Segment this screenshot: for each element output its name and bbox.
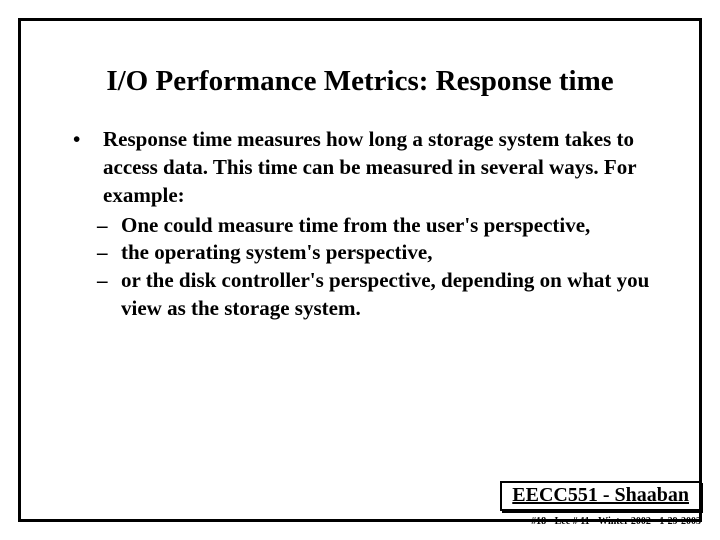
footer-term: Winter 2002 <box>598 516 651 527</box>
sub-bullet-text: One could measure time from the user's p… <box>121 212 671 240</box>
sub-bullet-marker: – <box>91 267 121 295</box>
sub-bullet-text: the operating system's perspective, <box>121 239 671 267</box>
sub-bullet-item: – the operating system's perspective, <box>91 239 671 267</box>
bullet-item: • Response time measures how long a stor… <box>69 126 671 209</box>
footer-course-box: EECC551 - Shaaban <box>500 481 701 511</box>
footer-lecture: Lec # 11 <box>555 516 590 527</box>
slide-frame: I/O Performance Metrics: Response time •… <box>18 18 702 522</box>
footer-date: 1-29-2003 <box>659 516 701 527</box>
bullet-text: Response time measures how long a storag… <box>103 126 671 209</box>
sub-bullet-item: – or the disk controller's perspective, … <box>91 267 671 322</box>
bullet-marker: • <box>69 126 103 154</box>
sub-bullet-item: – One could measure time from the user's… <box>91 212 671 240</box>
sub-bullet-text: or the disk controller's perspective, de… <box>121 267 671 322</box>
footer-course-label: EECC551 - Shaaban <box>500 481 701 511</box>
sub-bullet-list: – One could measure time from the user's… <box>21 212 699 323</box>
footer-page: #18 <box>531 516 546 527</box>
slide-title: I/O Performance Metrics: Response time <box>21 65 699 98</box>
sub-bullet-marker: – <box>91 239 121 267</box>
sub-bullet-marker: – <box>91 212 121 240</box>
slide-content: • Response time measures how long a stor… <box>21 126 699 209</box>
footer-meta: #18 Lec # 11 Winter 2002 1-29-2003 <box>525 516 701 527</box>
